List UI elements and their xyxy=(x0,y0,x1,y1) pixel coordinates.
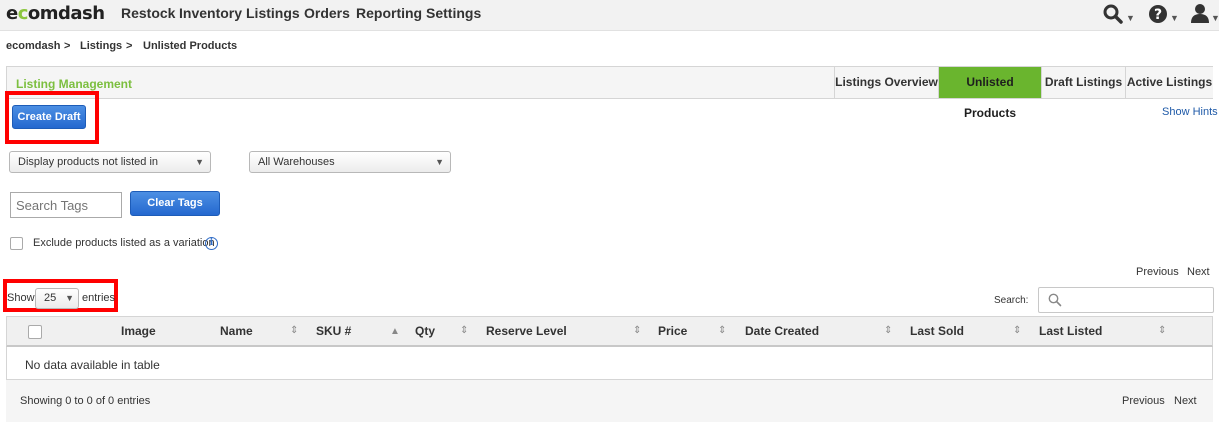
ecomdash-logo[interactable]: ecomdash xyxy=(6,3,105,24)
column-name[interactable]: Name xyxy=(220,324,253,338)
column-qty[interactable]: Qty xyxy=(415,324,435,338)
chevron-down-icon: ▼ xyxy=(1170,13,1179,23)
select-all-checkbox[interactable] xyxy=(28,325,42,339)
logo-text-e: e xyxy=(6,3,18,24)
pagination-next-top[interactable]: Next xyxy=(1187,266,1210,278)
sort-icon[interactable]: ⇕ xyxy=(718,325,726,336)
chevron-down-icon: ▼ xyxy=(65,293,74,303)
search-menu[interactable]: ▼ xyxy=(1103,4,1135,27)
empty-table-message: No data available in table xyxy=(25,358,160,372)
logo-text-accent: c xyxy=(17,3,29,24)
create-draft-button[interactable]: Create Draft xyxy=(12,105,86,129)
sort-icon[interactable]: ⇕ xyxy=(290,325,298,336)
entries-value: 25 xyxy=(44,292,57,304)
nav-inventory[interactable]: Inventory xyxy=(179,5,242,21)
table-footer xyxy=(6,380,1213,422)
pagination-previous-top[interactable]: Previous xyxy=(1136,266,1179,278)
table-search-input[interactable] xyxy=(1038,287,1214,313)
user-menu[interactable]: ▼ xyxy=(1190,3,1219,26)
user-icon xyxy=(1191,4,1209,23)
display-filter-select[interactable]: Display products not listed in ▼ xyxy=(9,151,211,173)
nav-reporting[interactable]: Reporting xyxy=(356,5,422,21)
display-filter-value: Display products not listed in xyxy=(18,156,159,168)
entries-label: entries xyxy=(82,292,116,304)
tab-active-listings[interactable]: Active Listings xyxy=(1125,67,1213,98)
search-label: Search: xyxy=(994,295,1029,306)
tab-unlisted-products[interactable]: Unlisted Products xyxy=(938,67,1041,120)
show-label: Show xyxy=(7,292,35,304)
show-hints-link[interactable]: Show Hints xyxy=(1162,106,1218,118)
clear-tags-button[interactable]: Clear Tags xyxy=(130,191,220,216)
help-menu[interactable]: ? ▼ xyxy=(1148,4,1179,27)
logo-text-rest: omdash xyxy=(27,3,105,24)
help-icon: ? xyxy=(1149,5,1167,23)
tab-draft-listings[interactable]: Draft Listings xyxy=(1041,67,1125,98)
column-last-listed[interactable]: Last Listed xyxy=(1039,324,1102,338)
chevron-down-icon: ▼ xyxy=(1126,13,1135,23)
breadcrumb-current: Unlisted Products xyxy=(143,40,238,52)
svg-text:?: ? xyxy=(1154,7,1162,23)
panel-title: Listing Management xyxy=(16,77,133,91)
breadcrumb-separator: > xyxy=(126,40,133,52)
sort-icon[interactable]: ⇕ xyxy=(884,325,892,336)
pagination-next[interactable]: Next xyxy=(1174,395,1197,407)
pagination-previous[interactable]: Previous xyxy=(1122,395,1165,407)
exclude-variation-label: Exclude products listed as a variation xyxy=(33,237,215,249)
column-date-created[interactable]: Date Created xyxy=(745,324,819,338)
breadcrumb-home[interactable]: ecomdash xyxy=(6,40,60,52)
chevron-down-icon: ▼ xyxy=(1211,13,1219,23)
nav-orders[interactable]: Orders xyxy=(304,5,350,21)
table-body xyxy=(6,347,1213,380)
chevron-down-icon: ▼ xyxy=(195,157,204,167)
breadcrumb-listings[interactable]: Listings xyxy=(80,40,122,52)
sort-icon[interactable]: ⇕ xyxy=(633,325,641,336)
search-icon xyxy=(1103,4,1123,24)
column-image: Image xyxy=(121,324,156,338)
chevron-down-icon: ▼ xyxy=(435,157,444,167)
warehouse-value: All Warehouses xyxy=(258,156,335,168)
entries-per-page-select[interactable]: 25 ▼ xyxy=(35,288,79,309)
tab-listings-overview[interactable]: Listings Overview xyxy=(834,67,938,98)
sort-icon[interactable]: ⇕ xyxy=(1158,325,1166,336)
exclude-variation-checkbox[interactable] xyxy=(10,237,23,250)
column-price[interactable]: Price xyxy=(658,324,687,338)
sort-icon[interactable]: ⇕ xyxy=(460,325,468,336)
nav-settings[interactable]: Settings xyxy=(426,5,481,21)
nav-listings[interactable]: Listings xyxy=(246,5,300,21)
search-icon xyxy=(1048,293,1062,307)
column-last-sold[interactable]: Last Sold xyxy=(910,324,964,338)
search-tags-input[interactable] xyxy=(10,192,122,218)
nav-restock[interactable]: Restock xyxy=(121,5,175,21)
column-sku[interactable]: SKU # xyxy=(316,324,351,338)
warehouse-select[interactable]: All Warehouses ▼ xyxy=(249,151,451,173)
table-header xyxy=(6,316,1213,347)
info-icon[interactable]: i xyxy=(205,237,218,250)
column-reserve-level[interactable]: Reserve Level xyxy=(486,324,567,338)
sort-ascending-icon[interactable]: ▲ xyxy=(390,326,400,337)
breadcrumb-separator: > xyxy=(64,40,71,52)
entries-info: Showing 0 to 0 of 0 entries xyxy=(20,395,151,407)
sort-icon[interactable]: ⇕ xyxy=(1013,325,1021,336)
